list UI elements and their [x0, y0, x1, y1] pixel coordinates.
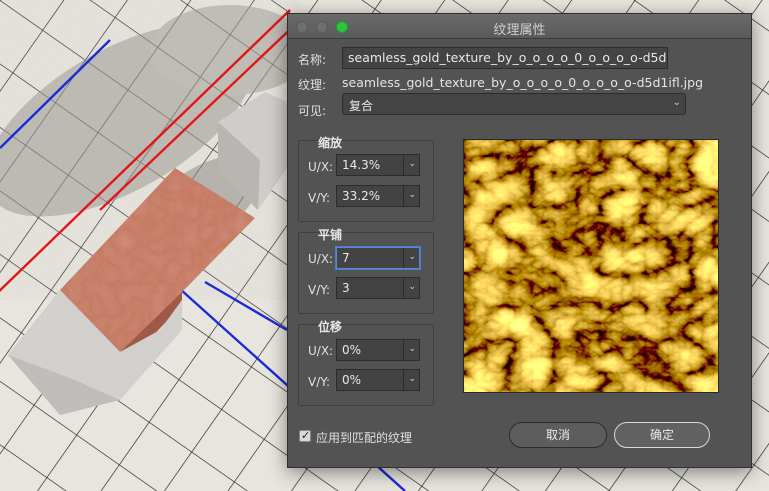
- scale-v-label: V/Y:: [308, 191, 331, 205]
- tile-v-value: 3: [342, 281, 350, 295]
- visible-select-value: 复合: [349, 99, 374, 113]
- texture-properties-dialog: 纹理属性 名称: seamless_gold_texture_by_o_o_o_…: [287, 13, 752, 468]
- offset-v-combo[interactable]: 0% ⌄: [336, 369, 420, 391]
- tile-v-label: V/Y:: [308, 283, 331, 297]
- texture-label: 纹理:: [298, 78, 327, 92]
- offset-group-title: 位移: [318, 320, 343, 334]
- tile-group-title: 平铺: [318, 228, 343, 242]
- checkmark-icon: ✓: [301, 429, 311, 442]
- chevron-down-icon[interactable]: ⌄: [408, 374, 416, 384]
- scale-v-combo[interactable]: 33.2% ⌄: [336, 185, 420, 207]
- offset-u-value: 0%: [342, 343, 362, 357]
- chevron-down-icon[interactable]: ⌄: [408, 252, 416, 262]
- name-label: 名称:: [298, 53, 327, 67]
- texture-filename: seamless_gold_texture_by_o_o_o_o_0_o_o_o…: [342, 75, 704, 90]
- offset-v-value: 0%: [342, 373, 362, 387]
- apply-matching-label[interactable]: 应用到匹配的纹理: [316, 429, 412, 446]
- chevron-down-icon[interactable]: ⌄: [408, 190, 416, 200]
- scale-v-value: 33.2%: [342, 189, 381, 203]
- tile-u-label: U/X:: [308, 252, 334, 266]
- scale-u-value: 14.3%: [342, 158, 381, 172]
- scale-group: [298, 140, 434, 222]
- offset-v-label: V/Y:: [308, 375, 331, 389]
- title-bar[interactable]: 纹理属性: [288, 14, 751, 39]
- cancel-button[interactable]: 取消: [509, 422, 607, 448]
- tile-u-combo[interactable]: 7 ⌄: [336, 247, 420, 269]
- offset-u-combo[interactable]: 0% ⌄: [336, 339, 420, 361]
- tile-u-value[interactable]: 7: [342, 251, 350, 265]
- offset-u-label: U/X:: [308, 344, 334, 358]
- scale-u-label: U/X:: [308, 160, 334, 174]
- dialog-title: 纹理属性: [493, 23, 546, 38]
- chevron-down-icon[interactable]: ⌄: [408, 159, 416, 169]
- chevron-down-icon[interactable]: ⌄: [408, 282, 416, 292]
- scale-u-combo[interactable]: 14.3% ⌄: [336, 154, 420, 176]
- scale-group-title: 缩放: [318, 136, 343, 150]
- chevron-down-icon: ⌄: [672, 97, 681, 108]
- ok-button[interactable]: 确定: [614, 422, 710, 448]
- chevron-down-icon[interactable]: ⌄: [408, 344, 416, 354]
- apply-matching-checkbox[interactable]: ✓: [299, 429, 311, 442]
- offset-group: [298, 324, 434, 406]
- name-field[interactable]: seamless_gold_texture_by_o_o_o_o_0_o_o_o…: [342, 47, 668, 69]
- texture-preview: [463, 139, 719, 393]
- visible-select[interactable]: 复合 ⌄: [342, 93, 686, 115]
- tile-group: [298, 232, 434, 314]
- tile-v-combo[interactable]: 3 ⌄: [336, 277, 420, 299]
- visible-label: 可见:: [298, 104, 327, 118]
